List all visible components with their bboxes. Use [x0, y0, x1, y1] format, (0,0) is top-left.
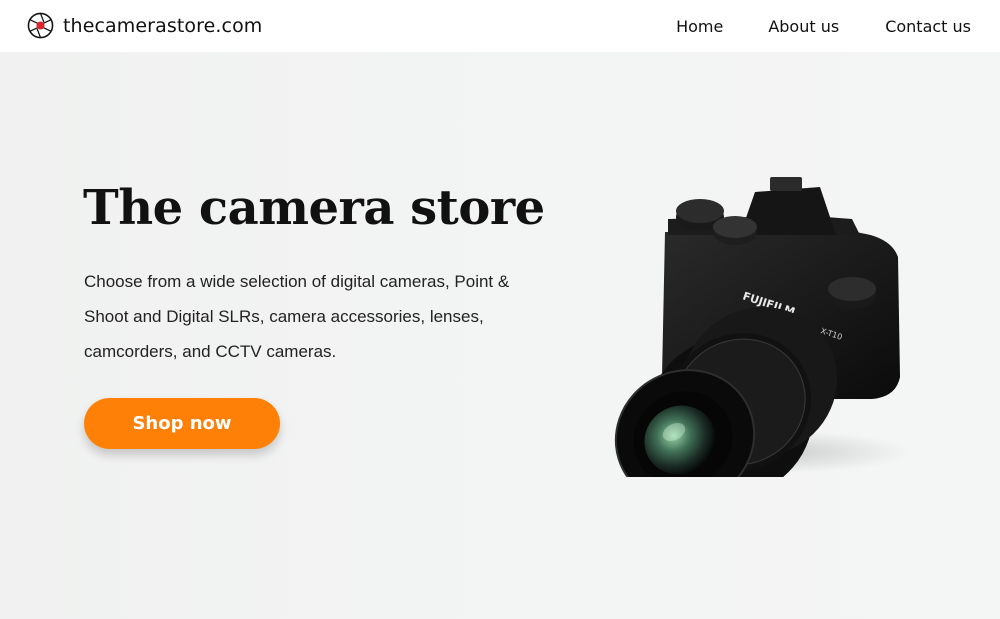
nav-link-home[interactable]: Home: [676, 17, 723, 36]
site-header: thecamerastore.com Home About us Contact…: [0, 0, 1000, 52]
camera-image: FUJIFILM X-T10: [590, 147, 920, 477]
aperture-icon: [27, 12, 54, 39]
site-name: thecamerastore.com: [63, 14, 263, 37]
hero-title: The camera store: [83, 180, 545, 236]
nav-link-contact[interactable]: Contact us: [885, 17, 971, 36]
hero-description: Choose from a wide selection of digital …: [84, 272, 510, 361]
nav-link-about[interactable]: About us: [768, 17, 839, 36]
shop-now-button[interactable]: Shop now: [84, 398, 280, 449]
hero-section: The camera store Choose from a wide sele…: [0, 52, 1000, 619]
main-nav: Home About us Contact us: [676, 0, 1000, 52]
site-logo[interactable]: thecamerastore.com: [27, 12, 262, 39]
